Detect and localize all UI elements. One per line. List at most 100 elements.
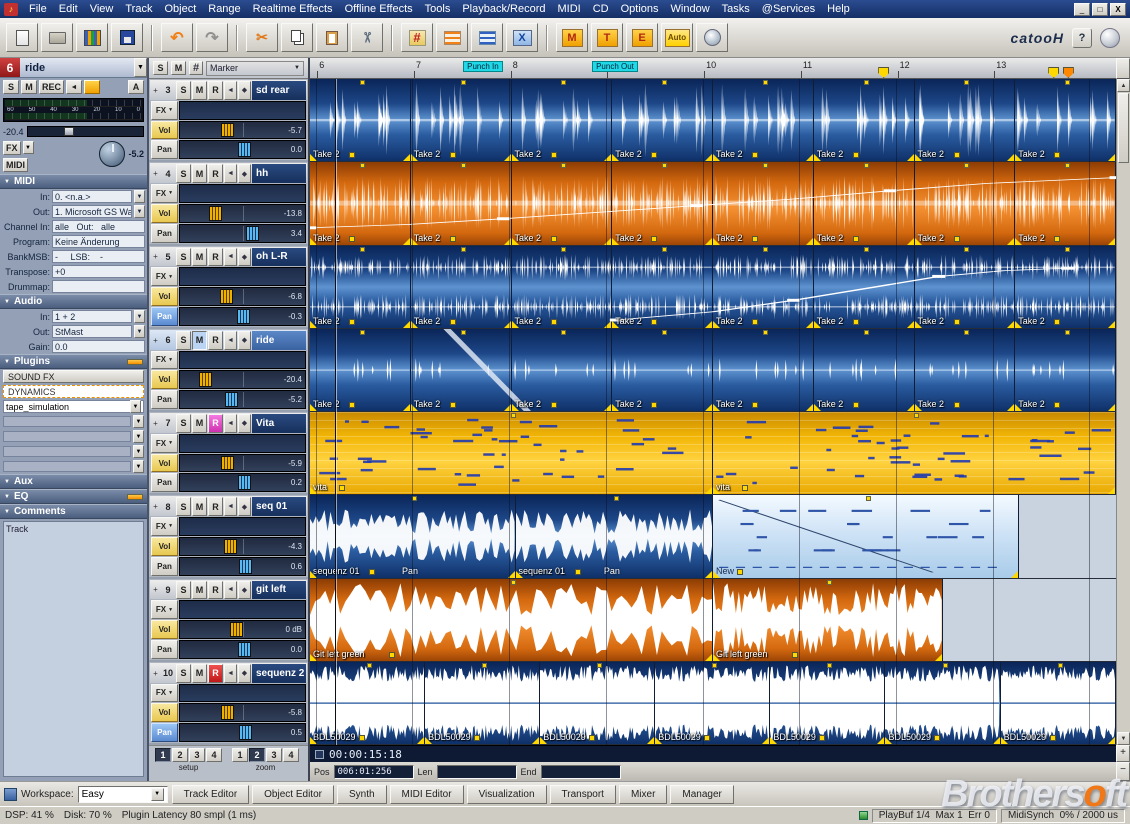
track-editor-button[interactable]: Track Editor bbox=[172, 785, 250, 804]
expand-icon[interactable] bbox=[151, 414, 160, 433]
plugin-slot-soundfx[interactable]: SOUND FX bbox=[3, 370, 144, 383]
volume-button[interactable]: Vol bbox=[151, 537, 178, 556]
audio-object[interactable]: Take 2 bbox=[814, 329, 915, 411]
fx-button[interactable]: FX bbox=[151, 517, 178, 536]
track-select-dropdown-icon[interactable]: ▼ bbox=[134, 58, 147, 77]
object-handle-icon[interactable] bbox=[482, 663, 487, 668]
object-handle-icon[interactable] bbox=[360, 247, 365, 252]
fx-button[interactable]: FX bbox=[151, 184, 178, 203]
pan-button[interactable]: Pan bbox=[151, 557, 178, 576]
field-value[interactable]: +0 bbox=[52, 265, 145, 278]
volume-handle[interactable] bbox=[209, 206, 222, 221]
mute-button[interactable]: M bbox=[192, 581, 207, 600]
audio-object[interactable]: Take 2 bbox=[915, 162, 1016, 244]
object-handle-icon[interactable] bbox=[915, 154, 922, 161]
sphere-icon[interactable] bbox=[1100, 28, 1120, 48]
audio-object[interactable]: Take 2 bbox=[310, 162, 411, 244]
object-handle-icon[interactable] bbox=[461, 163, 466, 168]
monitor-icon[interactable] bbox=[224, 81, 237, 100]
mixer-window-button[interactable]: M bbox=[556, 23, 588, 52]
workspace-select[interactable]: Easy bbox=[78, 786, 168, 803]
object-handle-icon[interactable] bbox=[511, 580, 516, 585]
pan-handle[interactable] bbox=[238, 642, 251, 657]
section-header-midi[interactable]: MIDI bbox=[0, 174, 147, 189]
volume-button[interactable]: Vol bbox=[151, 620, 178, 639]
audio-object[interactable]: sequenz 01Pan bbox=[310, 495, 516, 577]
object-mode-button[interactable] bbox=[436, 23, 468, 52]
object-handle-icon[interactable] bbox=[647, 737, 654, 744]
pan-handle[interactable] bbox=[225, 392, 238, 407]
field-value[interactable]: 0. <n.a.> bbox=[52, 190, 132, 203]
pan-slider[interactable]: 0.5 bbox=[179, 723, 306, 742]
dropdown-arrow-icon[interactable] bbox=[130, 400, 141, 413]
save-project-button[interactable] bbox=[111, 23, 143, 52]
dropdown-arrow-icon[interactable] bbox=[134, 310, 145, 323]
object-handle-icon[interactable] bbox=[763, 163, 768, 168]
transport-window-button[interactable]: T bbox=[591, 23, 623, 52]
audio-object[interactable]: Take 2 bbox=[310, 79, 411, 161]
object-handle-icon[interactable] bbox=[561, 247, 566, 252]
object-handle-icon[interactable] bbox=[1058, 663, 1063, 668]
automation-button[interactable]: A bbox=[128, 80, 144, 94]
object-handle-icon[interactable] bbox=[915, 321, 922, 328]
dropdown-arrow-icon[interactable] bbox=[134, 190, 145, 203]
object-handle-icon[interactable] bbox=[403, 321, 410, 328]
midi-editor-button[interactable]: MIDI Editor bbox=[390, 785, 464, 804]
volume-slider[interactable]: -20.4 bbox=[179, 370, 306, 389]
menu-object[interactable]: Object bbox=[158, 2, 202, 16]
object-handle-icon[interactable] bbox=[403, 154, 410, 161]
object-handle-icon[interactable] bbox=[512, 321, 519, 328]
object-handle-icon[interactable] bbox=[360, 330, 365, 335]
object-handle-icon[interactable] bbox=[705, 238, 712, 245]
menu-cd[interactable]: CD bbox=[587, 2, 615, 16]
setup-button-2[interactable]: 2 bbox=[172, 748, 188, 762]
menu-view[interactable]: View bbox=[84, 2, 120, 16]
object-handle-icon[interactable] bbox=[310, 737, 317, 744]
track-name[interactable]: sd rear bbox=[252, 81, 306, 100]
menu-midi[interactable]: MIDI bbox=[551, 2, 586, 16]
object-handle-icon[interactable] bbox=[612, 404, 619, 411]
mute-button[interactable]: M bbox=[21, 80, 37, 94]
new-project-button[interactable] bbox=[6, 23, 38, 52]
freeze-icon[interactable] bbox=[238, 664, 251, 683]
punch-out-marker[interactable]: Punch Out bbox=[592, 61, 638, 72]
object-handle-icon[interactable] bbox=[597, 663, 602, 668]
field-value[interactable]: alle Out: alle bbox=[52, 220, 145, 233]
object-handle-icon[interactable] bbox=[511, 413, 516, 418]
object-handle-icon[interactable] bbox=[508, 571, 515, 578]
object-handle-icon[interactable] bbox=[411, 404, 418, 411]
audio-object[interactable]: Take 2 bbox=[612, 329, 713, 411]
object-handle-icon[interactable] bbox=[1015, 321, 1022, 328]
object-handle-icon[interactable] bbox=[512, 238, 519, 245]
paste-button[interactable] bbox=[316, 23, 348, 52]
object-handle-icon[interactable] bbox=[864, 163, 869, 168]
monitor-icon[interactable] bbox=[224, 248, 237, 267]
fx-button[interactable]: FX bbox=[3, 141, 21, 155]
fx-display[interactable] bbox=[179, 267, 306, 286]
fx-button[interactable]: FX bbox=[151, 600, 178, 619]
solo-button[interactable]: S bbox=[3, 80, 19, 94]
object-handle-icon[interactable] bbox=[1007, 404, 1014, 411]
object-handle-icon[interactable] bbox=[705, 404, 712, 411]
object-handle-icon[interactable] bbox=[310, 571, 317, 578]
ruler-marker-icon[interactable] bbox=[1048, 67, 1059, 78]
object-handle-icon[interactable] bbox=[425, 737, 432, 744]
object-handle-icon[interactable] bbox=[814, 404, 821, 411]
audio-object[interactable]: Take 2 bbox=[814, 246, 915, 328]
setup-button-4[interactable]: 4 bbox=[206, 748, 222, 762]
dropdown-arrow-icon[interactable] bbox=[133, 445, 144, 458]
object-handle-icon[interactable] bbox=[1007, 321, 1014, 328]
object-handle-icon[interactable] bbox=[512, 154, 519, 161]
object-handle-icon[interactable] bbox=[461, 80, 466, 85]
manager-button[interactable]: Manager bbox=[670, 785, 733, 804]
object-handle-icon[interactable] bbox=[1011, 571, 1018, 578]
zoom-button-4[interactable]: 4 bbox=[283, 748, 299, 762]
object-handle-icon[interactable] bbox=[943, 663, 948, 668]
monitor-icon[interactable] bbox=[224, 164, 237, 183]
monitor-icon[interactable] bbox=[224, 414, 237, 433]
menu-options[interactable]: Options bbox=[615, 2, 665, 16]
object-handle-icon[interactable] bbox=[310, 404, 317, 411]
object-handle-icon[interactable] bbox=[504, 154, 511, 161]
mute-button[interactable]: M bbox=[192, 248, 207, 267]
fader-thumb[interactable] bbox=[64, 127, 74, 136]
